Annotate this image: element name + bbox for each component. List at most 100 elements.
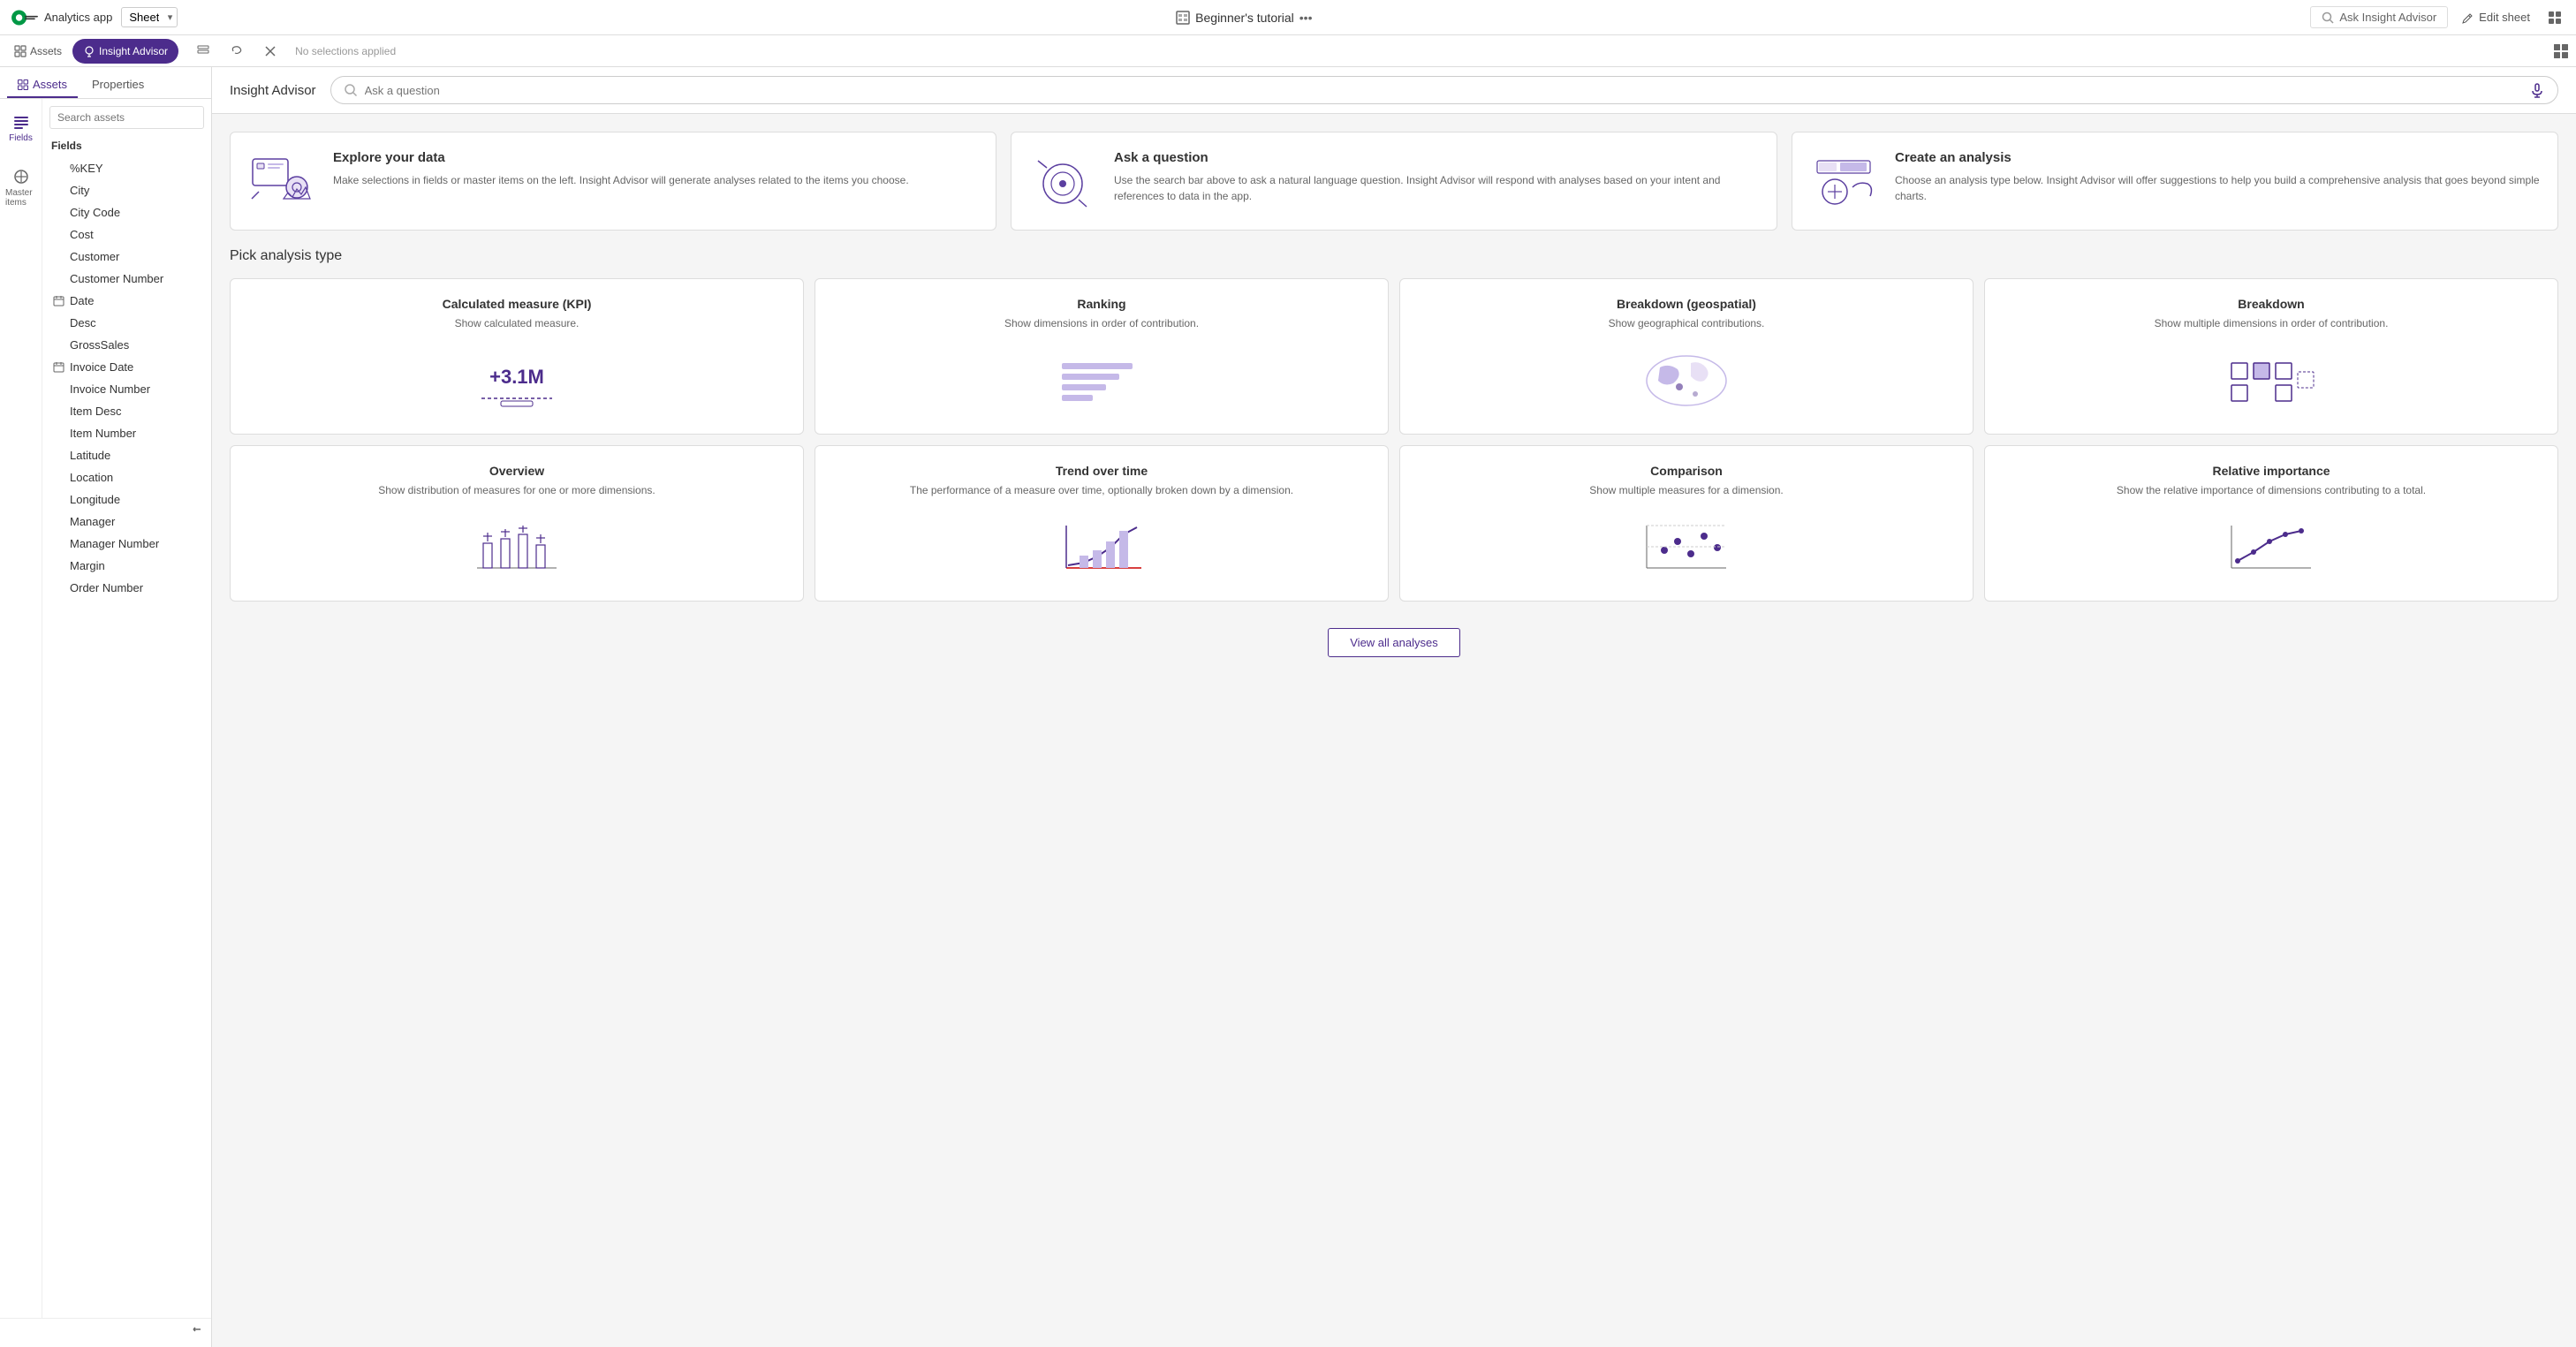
intro-card-create[interactable]: Create an analysis Choose an analysis ty… — [1792, 132, 2558, 231]
nav-master-items[interactable]: Master items — [0, 163, 42, 213]
grid-view-icon[interactable] — [2544, 6, 2565, 28]
sidebar-bottom — [0, 1318, 211, 1347]
analysis-card-title: Trend over time — [830, 464, 1374, 478]
search-icon — [2322, 11, 2334, 24]
assets-icon — [14, 45, 27, 57]
analysis-card-title: Overview — [245, 464, 789, 478]
field-item[interactable]: Latitude — [49, 444, 204, 466]
app-name-area: Beginner's tutorial ••• — [1176, 11, 1312, 25]
qlik-logo: Analytics app — [11, 8, 112, 27]
sidebar-with-nav: Fields Master items Fields %KEYCityCity … — [0, 99, 211, 1318]
sheet-selector-wrap[interactable]: Sheet — [121, 7, 178, 27]
analysis-card-img-kpi: +3.1M — [245, 345, 789, 416]
toolbar: Assets Insight Advisor No se — [0, 35, 2576, 67]
svg-text:+3.1M: +3.1M — [489, 366, 544, 388]
field-item[interactable]: GrossSales — [49, 334, 204, 356]
insight-advisor-button[interactable]: Insight Advisor — [72, 39, 178, 64]
app-name-label: Beginner's tutorial — [1195, 11, 1294, 25]
explore-card-content: Explore your data Make selections in fie… — [333, 150, 909, 188]
ask-insight-button[interactable]: Ask Insight Advisor — [2310, 6, 2448, 28]
analysis-card-img-trend — [830, 512, 1374, 583]
field-item[interactable]: Location — [49, 466, 204, 488]
collapse-icon[interactable] — [190, 1326, 204, 1340]
analysis-card-breakdown-geo[interactable]: Breakdown (geospatial) Show geographical… — [1399, 278, 1974, 435]
field-item[interactable]: Item Desc — [49, 400, 204, 422]
field-item[interactable]: Customer Number — [49, 268, 204, 290]
ia-title: Insight Advisor — [230, 83, 316, 98]
analysis-card-comparison[interactable]: Comparison Show multiple measures for a … — [1399, 445, 1974, 602]
clear-tool-button[interactable] — [256, 39, 284, 64]
lasso-tool-button[interactable] — [223, 39, 251, 64]
analysis-card-relative[interactable]: Relative importance Show the relative im… — [1984, 445, 2558, 602]
create-card-content: Create an analysis Choose an analysis ty… — [1895, 150, 2540, 204]
field-item[interactable]: Invoice Date — [49, 356, 204, 378]
analysis-card-title: Breakdown (geospatial) — [1414, 297, 1959, 311]
explore-icon — [248, 150, 319, 212]
field-item[interactable]: City Code — [49, 201, 204, 223]
analysis-card-kpi[interactable]: Calculated measure (KPI) Show calculated… — [230, 278, 804, 435]
field-item[interactable]: Margin — [49, 555, 204, 577]
analysis-card-desc: Show multiple dimensions in order of con… — [1999, 316, 2543, 331]
layout-icon[interactable] — [2553, 43, 2569, 59]
top-center: Beginner's tutorial ••• — [186, 11, 2301, 25]
field-item[interactable]: Desc — [49, 312, 204, 334]
analysis-card-title: Comparison — [1414, 464, 1959, 478]
analysis-card-trend[interactable]: Trend over time The performance of a mea… — [814, 445, 1389, 602]
field-item[interactable]: Longitude — [49, 488, 204, 511]
analysis-card-overview[interactable]: Overview Show distribution of measures f… — [230, 445, 804, 602]
create-icon — [1810, 150, 1881, 212]
view-all-button[interactable]: View all analyses — [1328, 628, 1459, 657]
mic-icon[interactable] — [2529, 82, 2545, 98]
intro-card-ask[interactable]: Ask a question Use the search bar above … — [1011, 132, 1777, 231]
intro-card-explore[interactable]: Explore your data Make selections in fie… — [230, 132, 996, 231]
field-item[interactable]: Order Number — [49, 577, 204, 599]
tab-properties[interactable]: Properties — [81, 72, 155, 98]
top-right-area: Ask Insight Advisor Edit sheet — [2310, 6, 2565, 28]
analysis-card-img-overview — [245, 512, 789, 583]
analysis-grid: Calculated measure (KPI) Show calculated… — [230, 278, 2558, 602]
field-item[interactable]: Manager Number — [49, 533, 204, 555]
analysis-card-img-comparison — [1414, 512, 1959, 583]
assets-button[interactable]: Assets — [7, 39, 69, 64]
explore-title: Explore your data — [333, 150, 909, 165]
sidebar-nav: Fields Master items — [0, 99, 42, 1318]
analysis-card-title: Ranking — [830, 297, 1374, 311]
analysis-card-img-ranking — [830, 345, 1374, 416]
top-bar: Analytics app Sheet Beginner's tutorial … — [0, 0, 2576, 35]
analysis-card-desc: The performance of a measure over time, … — [830, 483, 1374, 498]
field-item[interactable]: Manager — [49, 511, 204, 533]
analysis-card-breakdown[interactable]: Breakdown Show multiple dimensions in or… — [1984, 278, 2558, 435]
edit-sheet-button[interactable]: Edit sheet — [2455, 7, 2537, 27]
tab-assets[interactable]: Assets — [7, 72, 78, 98]
analysis-card-desc: Show dimensions in order of contribution… — [830, 316, 1374, 331]
nav-fields[interactable]: Fields — [4, 108, 38, 148]
analysis-card-ranking[interactable]: Ranking Show dimensions in order of cont… — [814, 278, 1389, 435]
ia-search-bar[interactable] — [330, 76, 2558, 104]
select-tool-button[interactable] — [189, 39, 217, 64]
field-item[interactable]: Cost — [49, 223, 204, 246]
sheet-selector[interactable]: Sheet — [121, 7, 178, 27]
no-selections-label: No selections applied — [295, 45, 396, 57]
analysis-section: Pick analysis type Calculated measure (K… — [212, 248, 2576, 619]
toolbar-right — [2553, 43, 2569, 59]
field-item[interactable]: City — [49, 179, 204, 201]
sheet-icon — [1176, 11, 1190, 25]
insight-icon — [83, 45, 95, 57]
field-item[interactable]: Invoice Number — [49, 378, 204, 400]
search-assets-input[interactable] — [49, 106, 204, 129]
ask-desc: Use the search bar above to ask a natura… — [1114, 172, 1759, 204]
field-item[interactable]: %KEY — [49, 157, 204, 179]
analysis-card-desc: Show the relative importance of dimensio… — [1999, 483, 2543, 498]
app-title-label: Analytics app — [44, 11, 112, 24]
field-item[interactable]: Customer — [49, 246, 204, 268]
more-options-icon[interactable]: ••• — [1299, 11, 1313, 25]
sidebar-content: Fields %KEYCityCity CodeCostCustomerCust… — [42, 99, 211, 1318]
explore-desc: Make selections in fields or master item… — [333, 172, 909, 188]
ia-search-input[interactable] — [365, 84, 2522, 97]
view-all-section: View all analyses — [212, 619, 2576, 675]
analysis-card-title: Relative importance — [1999, 464, 2543, 478]
field-item[interactable]: Date — [49, 290, 204, 312]
ia-header: Insight Advisor — [212, 67, 2576, 114]
field-item[interactable]: Item Number — [49, 422, 204, 444]
create-desc: Choose an analysis type below. Insight A… — [1895, 172, 2540, 204]
